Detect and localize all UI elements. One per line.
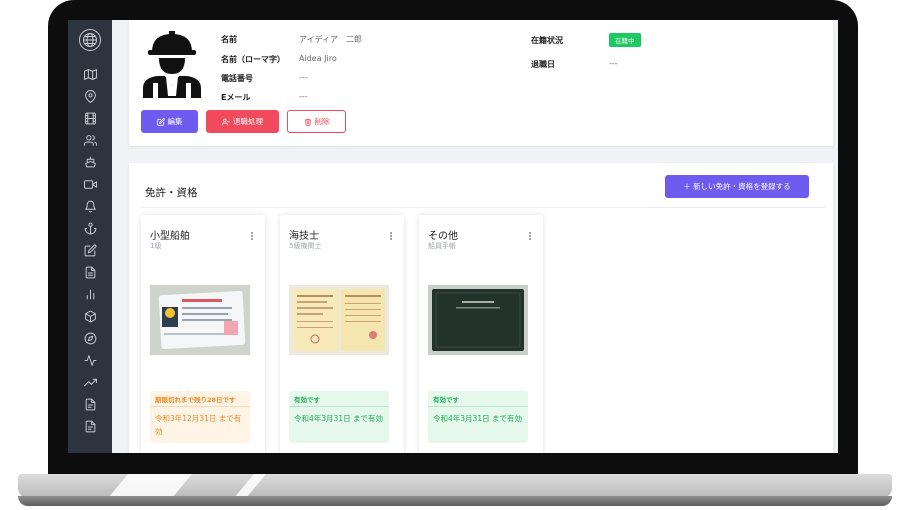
romaji-value: Aidea Jiro bbox=[299, 54, 337, 63]
file-icon[interactable] bbox=[82, 396, 98, 412]
map-icon[interactable] bbox=[82, 66, 98, 82]
edit-icon[interactable] bbox=[82, 242, 98, 258]
more-vertical-icon[interactable] bbox=[249, 232, 255, 242]
license-photo bbox=[289, 285, 389, 355]
trash-icon bbox=[304, 118, 311, 126]
profile-card: 名前 アイディア 二郎 名前（ローマ字） Aidea Jiro 電話番号 ---… bbox=[129, 20, 833, 146]
license-title: 海技士 bbox=[289, 231, 319, 242]
license-status-text: 有効です bbox=[428, 391, 528, 407]
license-subtitle: 1級 bbox=[150, 242, 162, 250]
license-subtitle: 5級機関士 bbox=[289, 242, 322, 250]
worker-avatar-icon bbox=[139, 28, 205, 98]
user-minus-icon bbox=[222, 118, 230, 125]
more-vertical-icon[interactable] bbox=[527, 232, 533, 242]
section-title: 免許・資格 bbox=[145, 187, 198, 199]
license-subtitle: 船員手帳 bbox=[428, 242, 456, 250]
email-value: --- bbox=[299, 92, 308, 101]
edit-icon bbox=[156, 117, 165, 126]
document-icon[interactable] bbox=[82, 264, 98, 280]
phone-label: 電話番号 bbox=[221, 74, 253, 83]
license-expiry: 令和4年3月31日 まで有効 bbox=[294, 414, 383, 423]
retire-button[interactable]: 退職処理 bbox=[206, 110, 279, 133]
license-card[interactable]: 海技士 5級機関士 有効です 令和4年3月31日 まで有効 bbox=[280, 215, 404, 453]
email-label: Eメール bbox=[221, 93, 251, 102]
license-photo bbox=[428, 285, 528, 355]
compass-icon[interactable] bbox=[82, 330, 98, 346]
license-expiry: 令和4年3月31日 まで有効 bbox=[433, 414, 522, 423]
license-photo bbox=[150, 285, 250, 355]
more-vertical-icon[interactable] bbox=[388, 232, 394, 242]
retire-date-value: --- bbox=[609, 59, 618, 68]
laptop-base bbox=[18, 474, 892, 498]
name-label: 名前 bbox=[221, 35, 237, 44]
video-icon[interactable] bbox=[82, 176, 98, 192]
logo-globe-icon[interactable] bbox=[79, 29, 101, 51]
section-divider bbox=[141, 207, 825, 208]
license-status: 有効です 令和4年3月31日 まで有効 bbox=[428, 391, 528, 443]
retire-date-label: 退職日 bbox=[531, 60, 555, 69]
phone-value: --- bbox=[299, 73, 308, 82]
add-license-button[interactable]: ＋ 新しい免許・資格を登録する bbox=[665, 175, 809, 198]
employment-label: 在籍状況 bbox=[531, 36, 563, 45]
license-card[interactable]: その他 船員手帳 有効です 令和4年3月31日 まで有効 bbox=[419, 215, 543, 453]
location-pin-icon[interactable] bbox=[82, 88, 98, 104]
ship-icon[interactable] bbox=[82, 154, 98, 170]
app-screen: 名前 アイディア 二郎 名前（ローマ字） Aidea Jiro 電話番号 ---… bbox=[68, 20, 838, 453]
activity-icon[interactable] bbox=[82, 352, 98, 368]
romaji-label: 名前（ローマ字） bbox=[221, 55, 285, 64]
bar-chart-icon[interactable] bbox=[82, 286, 98, 302]
license-title: 小型船舶 bbox=[150, 231, 190, 242]
license-status: 有効です 令和4年3月31日 まで有効 bbox=[289, 391, 389, 443]
bell-icon[interactable] bbox=[82, 198, 98, 214]
delete-button[interactable]: 削除 bbox=[287, 110, 346, 133]
film-icon[interactable] bbox=[82, 110, 98, 126]
status-badge: 在籍中 bbox=[609, 33, 641, 47]
users-icon[interactable] bbox=[82, 132, 98, 148]
license-title: その他 bbox=[428, 231, 458, 242]
license-card[interactable]: 小型船舶 1級 期限切れまで残り28日です 令和3年12月31日 まで有効 bbox=[141, 215, 265, 453]
box-icon[interactable] bbox=[82, 308, 98, 324]
license-status-text: 有効です bbox=[289, 391, 389, 407]
sidebar bbox=[68, 20, 112, 453]
anchor-icon[interactable] bbox=[82, 220, 98, 236]
name-value: アイディア 二郎 bbox=[299, 35, 363, 44]
license-expiry: 令和3年12月31日 まで有効 bbox=[155, 414, 242, 436]
license-section: 免許・資格 ＋ 新しい免許・資格を登録する 小型船舶 1級 期限切れまで残り28… bbox=[129, 163, 833, 453]
trending-up-icon[interactable] bbox=[82, 374, 98, 390]
edit-button-label: 編集 bbox=[167, 117, 183, 126]
file-icon[interactable] bbox=[82, 418, 98, 434]
retire-button-label: 退職処理 bbox=[233, 117, 263, 126]
edit-button[interactable]: 編集 bbox=[141, 110, 198, 133]
delete-button-label: 削除 bbox=[314, 117, 330, 126]
license-status: 期限切れまで残り28日です 令和3年12月31日 まで有効 bbox=[150, 391, 250, 443]
license-status-text: 期限切れまで残り28日です bbox=[150, 391, 250, 407]
laptop-base-edge bbox=[18, 496, 892, 506]
